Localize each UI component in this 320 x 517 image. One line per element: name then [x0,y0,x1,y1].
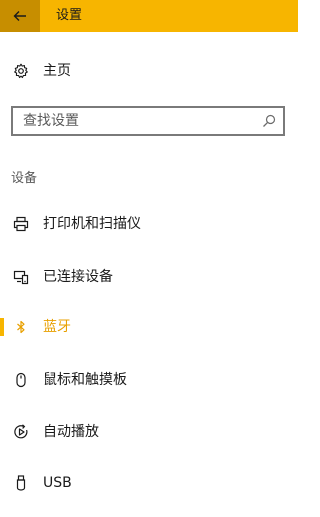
nav-item-bluetooth[interactable]: 蓝牙 [0,309,298,345]
nav-item-printers[interactable]: 打印机和扫描仪 [0,206,298,242]
nav-item-usb[interactable]: USB [0,465,298,501]
nav-item-bluetooth-label: 蓝牙 [43,319,71,335]
nav-item-mouse[interactable]: 鼠标和触摸板 [0,362,298,398]
home-nav-item[interactable]: 主页 [0,53,298,89]
search-box[interactable] [11,106,285,136]
nav-item-connected-devices-label: 已连接设备 [43,269,113,285]
back-button[interactable] [0,0,40,32]
back-arrow-icon [13,11,26,21]
home-label: 主页 [43,63,71,79]
nav-item-usb-label: USB [43,475,72,491]
bluetooth-icon [12,318,30,336]
section-header-devices: 设备 [11,171,38,186]
autoplay-icon [12,423,30,441]
nav-item-autoplay-label: 自动播放 [43,424,99,440]
search-input[interactable] [13,108,263,134]
connected-devices-icon [12,268,30,286]
nav-item-connected-devices[interactable]: 已连接设备 [0,259,298,295]
usb-icon [12,474,30,492]
nav-item-printers-label: 打印机和扫描仪 [43,216,141,232]
window-title: 设置 [56,8,83,23]
printer-icon [12,215,30,233]
nav-item-autoplay[interactable]: 自动播放 [0,414,298,450]
mouse-icon [12,371,30,389]
nav-item-mouse-label: 鼠标和触摸板 [43,372,127,388]
title-bar: 设置 [0,0,298,32]
gear-icon [12,62,30,80]
search-icon[interactable] [261,113,277,129]
